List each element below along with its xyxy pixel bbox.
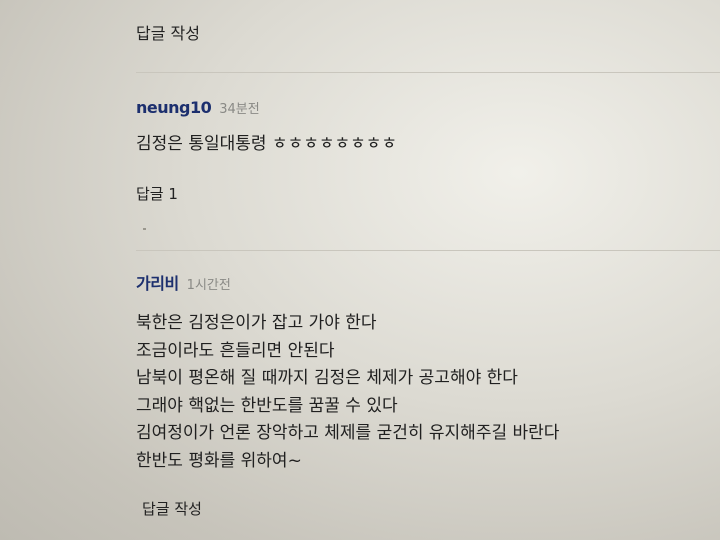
comment-body: 북한은 김정은이가 잡고 가야 한다 조금이라도 흔들리면 안된다 남북이 평온… — [136, 310, 720, 475]
comment-line: 북한은 김정은이가 잡고 가야 한다 — [136, 313, 377, 333]
write-reply-button[interactable]: 답글 작성 — [136, 20, 200, 44]
marker-dot — [143, 228, 146, 230]
divider — [136, 72, 720, 73]
comment-item: neung10 34분전 김정은 통일대통령 ㅎㅎㅎㅎㅎㅎㅎㅎ 답글 1 — [136, 98, 720, 204]
comment-author[interactable]: neung10 — [136, 98, 212, 117]
comment-time: 34분전 — [219, 102, 260, 117]
divider — [136, 250, 720, 251]
comment-line: 남북이 평온해 질 때까지 김정은 체제가 공고해야 한다 — [136, 368, 518, 388]
comment-line: 조금이라도 흔들리면 안된다 — [136, 340, 335, 361]
comment-author[interactable]: 가리비 — [136, 270, 179, 294]
write-reply-button[interactable]: 답글 작성 — [142, 498, 202, 519]
comment-item: 가리비 1시간전 북한은 김정은이가 잡고 가야 한다 조금이라도 흔들리면 안… — [136, 270, 720, 475]
comment-body: 김정은 통일대통령 ㅎㅎㅎㅎㅎㅎㅎㅎ — [136, 131, 720, 159]
comment-line: 김여정이가 언론 장악하고 체제를 굳건히 유지해주길 바란다 — [136, 423, 560, 443]
comment-time: 1시간전 — [186, 278, 231, 293]
reply-count-button[interactable]: 답글 1 — [136, 183, 720, 204]
comment-meta: neung10 34분전 — [136, 98, 720, 117]
comment-text: 김정은 통일대통령 ㅎㅎㅎㅎㅎㅎㅎㅎ — [136, 134, 398, 154]
comment-meta: 가리비 1시간전 — [136, 270, 720, 294]
comment-line: 한반도 평화를 위하여~ — [136, 450, 302, 471]
comment-line: 그래야 핵없는 한반도를 꿈꿀 수 있다 — [136, 395, 398, 416]
